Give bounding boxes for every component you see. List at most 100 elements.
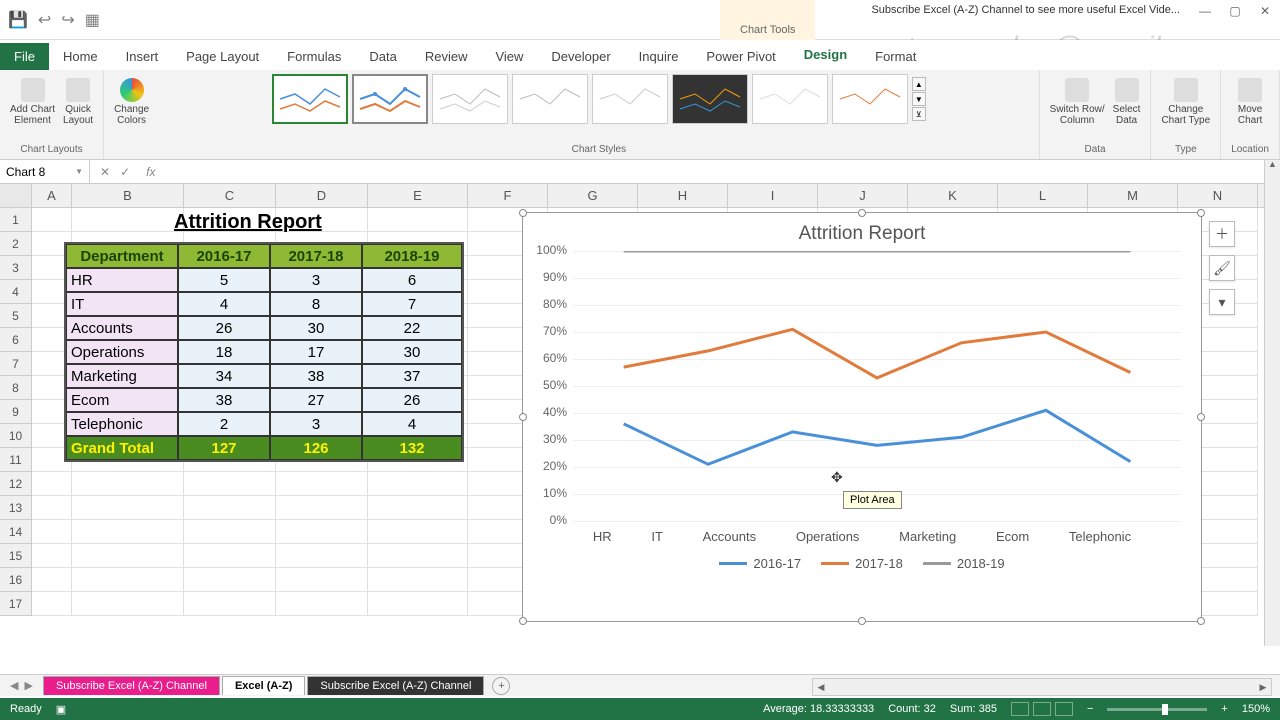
chart-style-2[interactable] [352, 74, 428, 124]
zoom-slider[interactable] [1107, 708, 1207, 711]
new-icon[interactable]: ▦ [85, 10, 100, 30]
column-header-M[interactable]: M [1088, 184, 1178, 207]
row-header-1[interactable]: 1 [0, 208, 31, 232]
style-scroll-down[interactable]: ▼ [912, 92, 926, 106]
scroll-left-button[interactable]: ◀ [813, 679, 829, 695]
tab-formulas[interactable]: Formulas [273, 43, 355, 70]
add-sheet-button[interactable]: + [492, 677, 510, 695]
legend-item[interactable]: 2016-17 [719, 556, 801, 571]
view-page-layout-button[interactable] [1033, 702, 1051, 716]
row-header-15[interactable]: 15 [0, 544, 31, 568]
row-header-3[interactable]: 3 [0, 256, 31, 280]
zoom-thumb[interactable] [1162, 704, 1168, 715]
tab-design[interactable]: Design [790, 41, 861, 70]
select-all-corner[interactable] [0, 184, 32, 207]
chart-title[interactable]: Attrition Report [523, 213, 1201, 251]
row-header-16[interactable]: 16 [0, 568, 31, 592]
vertical-scrollbar[interactable]: ▲ [1264, 156, 1280, 646]
embedded-chart[interactable]: ＋ 🖌 ▾ Attrition Report 100%90%80%70%60%5… [522, 212, 1202, 622]
worksheet-grid[interactable]: ABCDEFGHIJKLMN 1234567891011121314151617… [0, 184, 1280, 644]
row-header-13[interactable]: 13 [0, 496, 31, 520]
sheet-nav-next[interactable]: ▶ [24, 679, 32, 692]
chart-handle-br[interactable] [1197, 617, 1205, 625]
chart-style-1[interactable] [272, 74, 348, 124]
column-header-A[interactable]: A [32, 184, 72, 207]
scroll-right-button[interactable]: ▶ [1255, 679, 1271, 695]
sheet-tab-1[interactable]: Subscribe Excel (A-Z) Channel [43, 676, 220, 695]
save-icon[interactable]: 💾 [8, 10, 28, 30]
minimize-button[interactable]: — [1190, 0, 1220, 22]
undo-icon[interactable]: ↩ [38, 10, 51, 30]
chart-style-7[interactable] [752, 74, 828, 124]
chart-handle-tc[interactable] [858, 209, 866, 217]
redo-icon[interactable]: ↪ [61, 10, 74, 30]
row-header-14[interactable]: 14 [0, 520, 31, 544]
select-data-button[interactable]: Select Data [1113, 74, 1141, 126]
zoom-level[interactable]: 150% [1242, 703, 1270, 715]
maximize-button[interactable]: ▢ [1220, 0, 1250, 22]
column-header-G[interactable]: G [548, 184, 638, 207]
chart-elements-button[interactable]: ＋ [1209, 221, 1235, 247]
change-chart-type-button[interactable]: Change Chart Type [1161, 74, 1210, 126]
row-header-11[interactable]: 11 [0, 448, 31, 472]
row-header-8[interactable]: 8 [0, 376, 31, 400]
chart-plot-area[interactable]: 100%90%80%70%60%50%40%30%20%10%0% ✥ Plot… [573, 251, 1181, 521]
tab-inquire[interactable]: Inquire [625, 43, 693, 70]
column-header-K[interactable]: K [908, 184, 998, 207]
sheet-nav-prev[interactable]: ◀ [10, 679, 18, 692]
chart-style-3[interactable] [432, 74, 508, 124]
style-scroll-up[interactable]: ▲ [912, 77, 926, 91]
chart-handle-ml[interactable] [519, 413, 527, 421]
column-header-C[interactable]: C [184, 184, 276, 207]
column-header-F[interactable]: F [468, 184, 548, 207]
name-box[interactable]: Chart 8▼ [0, 160, 90, 183]
tab-data[interactable]: Data [355, 43, 410, 70]
tab-power-pivot[interactable]: Power Pivot [692, 43, 789, 70]
switch-row-column-button[interactable]: Switch Row/ Column [1050, 74, 1105, 126]
row-header-17[interactable]: 17 [0, 592, 31, 616]
row-header-12[interactable]: 12 [0, 472, 31, 496]
confirm-formula-icon[interactable]: ✓ [120, 165, 130, 179]
column-header-L[interactable]: L [998, 184, 1088, 207]
view-page-break-button[interactable] [1055, 702, 1073, 716]
quick-layout-button[interactable]: Quick Layout [63, 74, 93, 126]
column-header-D[interactable]: D [276, 184, 368, 207]
move-chart-button[interactable]: Move Chart [1238, 74, 1262, 126]
chart-legend[interactable]: 2016-17 2017-18 2018-19 [523, 548, 1201, 571]
column-header-E[interactable]: E [368, 184, 468, 207]
chart-handle-bc[interactable] [858, 617, 866, 625]
macro-record-icon[interactable]: ▣ [56, 703, 66, 716]
tab-page-layout[interactable]: Page Layout [172, 43, 273, 70]
tab-developer[interactable]: Developer [537, 43, 624, 70]
chart-handle-mr[interactable] [1197, 413, 1205, 421]
chart-filters-button[interactable]: ▾ [1209, 289, 1235, 315]
add-chart-element-button[interactable]: Add Chart Element [10, 74, 55, 126]
legend-item[interactable]: 2018-19 [923, 556, 1005, 571]
tab-review[interactable]: Review [411, 43, 482, 70]
sheet-tab-3[interactable]: Subscribe Excel (A-Z) Channel [307, 676, 484, 695]
style-more[interactable]: ⊻ [912, 107, 926, 121]
row-header-10[interactable]: 10 [0, 424, 31, 448]
fx-icon[interactable]: fx [140, 165, 155, 179]
tab-file[interactable]: File [0, 43, 49, 70]
row-header-6[interactable]: 6 [0, 328, 31, 352]
chart-style-8[interactable] [832, 74, 908, 124]
cancel-formula-icon[interactable]: ✕ [100, 165, 110, 179]
horizontal-scrollbar[interactable]: ◀ ▶ [812, 678, 1272, 696]
row-header-5[interactable]: 5 [0, 304, 31, 328]
tab-home[interactable]: Home [49, 43, 112, 70]
name-box-dropdown-icon[interactable]: ▼ [75, 167, 83, 176]
chart-handle-tr[interactable] [1197, 209, 1205, 217]
legend-item[interactable]: 2017-18 [821, 556, 903, 571]
column-header-I[interactable]: I [728, 184, 818, 207]
zoom-out-button[interactable]: − [1087, 703, 1093, 715]
chart-styles-button[interactable]: 🖌 [1209, 255, 1235, 281]
close-button[interactable]: ✕ [1250, 0, 1280, 22]
row-header-4[interactable]: 4 [0, 280, 31, 304]
row-header-9[interactable]: 9 [0, 400, 31, 424]
cells-area[interactable]: Attrition Report Department2016-172017-1… [32, 208, 1262, 616]
zoom-in-button[interactable]: + [1221, 703, 1227, 715]
column-header-J[interactable]: J [818, 184, 908, 207]
column-header-B[interactable]: B [72, 184, 184, 207]
change-colors-button[interactable]: Change Colors [114, 74, 149, 126]
